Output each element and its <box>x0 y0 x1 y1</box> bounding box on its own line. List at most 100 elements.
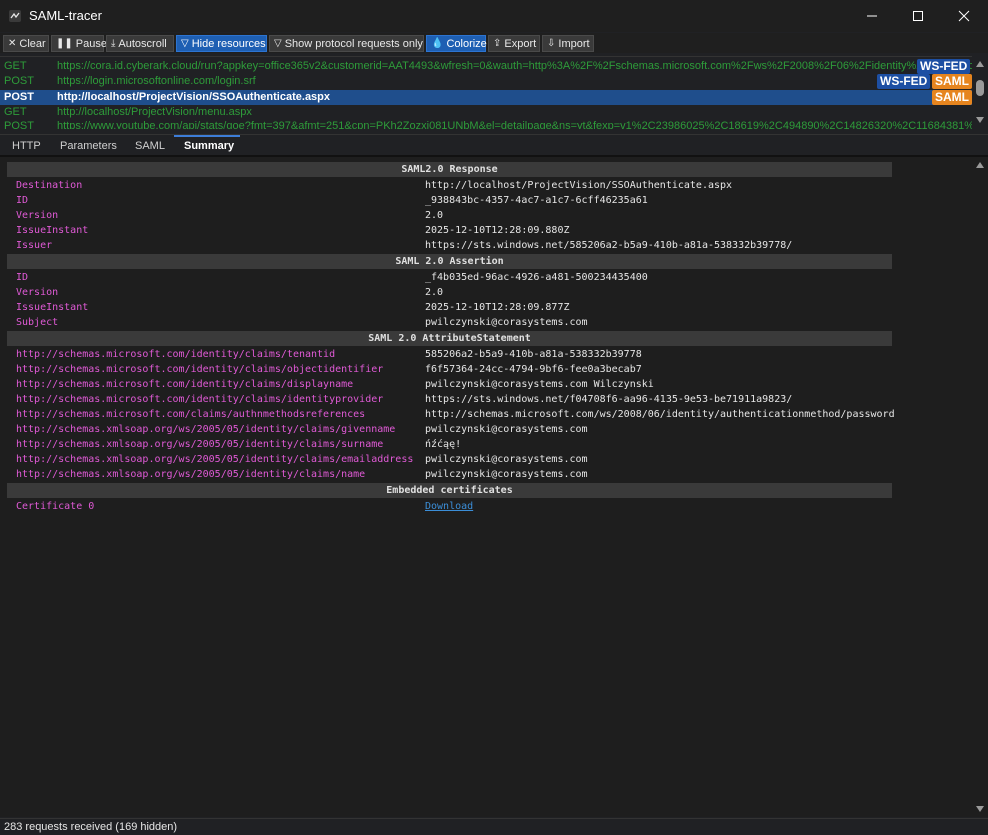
field-value: https://sts.windows.net/f04708f6-aa96-41… <box>425 394 793 405</box>
import-button[interactable]: ⇩ Import <box>542 35 594 52</box>
tab-saml[interactable]: SAML <box>135 140 165 152</box>
summary-scrollbar[interactable] <box>972 157 988 817</box>
field-name: Destination <box>16 180 83 191</box>
field-value: http://schemas.microsoft.com/ws/2008/06/… <box>425 409 895 420</box>
app-icon <box>9 10 21 22</box>
request-method: GET <box>4 106 27 118</box>
summary-row: http://schemas.xmlsoap.org/ws/2005/05/id… <box>16 422 896 437</box>
field-name: Version <box>16 210 59 221</box>
colorize-icon: 💧 <box>431 38 444 49</box>
field-value: 2025-12-10T12:28:09.877Z <box>425 302 570 313</box>
detail-tabs: HTTP Parameters SAML Summary <box>0 134 988 157</box>
field-name: http://schemas.microsoft.com/claims/auth… <box>16 409 366 420</box>
field-name: http://schemas.xmlsoap.org/ws/2005/05/id… <box>16 439 384 450</box>
section-header-certificates: Embedded certificates <box>7 483 892 498</box>
maximize-button[interactable] <box>895 0 941 32</box>
title-bar: SAML-tracer <box>0 0 988 32</box>
field-value: _f4b035ed-96ac-4926-a481-500234435400 <box>425 272 648 283</box>
summary-row: http://schemas.microsoft.com/identity/cl… <box>16 392 896 407</box>
request-method: POST <box>4 75 34 87</box>
field-value: pwilczynski@corasystems.com <box>425 317 588 328</box>
request-row[interactable]: POST https://login.microsoftonline.com/l… <box>0 74 972 89</box>
export-icon: ⇪ <box>493 38 502 49</box>
field-value: http://localhost/ProjectVision/SSOAuthen… <box>425 180 733 191</box>
colorize-toggle[interactable]: 💧 Colorize <box>426 35 487 52</box>
status-bar: 283 requests received (169 hidden) <box>0 818 988 835</box>
tab-parameters[interactable]: Parameters <box>60 140 117 152</box>
field-name: http://schemas.microsoft.com/identity/cl… <box>16 364 384 375</box>
field-name: Certificate 0 <box>16 501 95 512</box>
request-url: http://localhost/ProjectVision/SSOAuthen… <box>57 91 331 103</box>
status-text: 283 requests received (169 hidden) <box>4 821 178 833</box>
request-list-scrollbar[interactable] <box>972 56 988 128</box>
export-button[interactable]: ⇪ Export <box>488 35 540 52</box>
request-row[interactable]: POST https://www.youtube.com/api/stats/q… <box>0 119 972 129</box>
clear-label: Clear <box>19 37 46 50</box>
request-method: POST <box>4 91 34 103</box>
summary-row: ID _938843bc-4357-4ac7-a1c7-6cff46235a61 <box>16 193 896 208</box>
minimize-button[interactable] <box>849 0 895 32</box>
clear-button[interactable]: ✕ Clear <box>3 35 49 52</box>
filter-icon: ▽ <box>274 38 282 49</box>
field-value: pwilczynski@corasystems.com <box>425 454 588 465</box>
field-name: Issuer <box>16 240 53 251</box>
field-name: http://schemas.xmlsoap.org/ws/2005/05/id… <box>16 424 396 435</box>
autoscroll-button[interactable]: ⤓ Autoscroll <box>106 35 174 52</box>
field-name: http://schemas.xmlsoap.org/ws/2005/05/id… <box>16 454 414 465</box>
tab-http[interactable]: HTTP <box>12 140 41 152</box>
minimize-icon <box>867 15 877 17</box>
field-value: 585206a2-b5a9-410b-a81a-538332b39778 <box>425 349 642 360</box>
request-row[interactable]: GET http://localhost/ProjectVision/menu.… <box>0 105 972 120</box>
saml-badge: SAML <box>932 90 972 105</box>
scroll-down-icon[interactable] <box>976 117 984 123</box>
show-protocol-label: Show protocol requests only <box>284 37 423 50</box>
maximize-icon <box>913 11 923 21</box>
summary-row: http://schemas.microsoft.com/identity/cl… <box>16 362 896 377</box>
field-value: 2025-12-10T12:28:09.880Z <box>425 225 570 236</box>
field-name: http://schemas.xmlsoap.org/ws/2005/05/id… <box>16 469 366 480</box>
export-label: Export <box>504 37 537 50</box>
hide-resources-toggle[interactable]: ▽ Hide resources <box>176 35 267 52</box>
field-name: ID <box>16 195 29 206</box>
field-value: pwilczynski@corasystems.com <box>425 424 588 435</box>
summary-row: Certificate 0 Download <box>16 499 896 514</box>
autoscroll-icon: ⤓ <box>111 38 116 49</box>
autoscroll-label: Autoscroll <box>118 37 167 50</box>
field-name: http://schemas.microsoft.com/identity/cl… <box>16 394 384 405</box>
download-link[interactable]: Download <box>425 499 473 514</box>
scroll-thumb[interactable] <box>976 80 984 96</box>
summary-row: Version 2.0 <box>16 208 896 223</box>
request-list: GET https://cora.id.cyberark.cloud/run?a… <box>0 56 988 129</box>
import-icon: ⇩ <box>547 38 556 49</box>
colorize-label: Colorize <box>446 37 487 50</box>
close-button[interactable] <box>941 0 987 32</box>
summary-row: Issuer https://sts.windows.net/585206a2-b… <box>16 238 896 253</box>
scroll-up-icon[interactable] <box>976 162 984 168</box>
summary-row: Destination http://localhost/ProjectVisio… <box>16 178 896 193</box>
section-header-response: SAML2.0 Response <box>7 162 892 177</box>
section-header-attributes: SAML 2.0 AttributeStatement <box>7 331 892 346</box>
ws-fed-badge: WS-FED <box>877 74 931 89</box>
pause-button[interactable]: ❚❚ Pause <box>51 35 107 52</box>
request-row[interactable]: GET https://cora.id.cyberark.cloud/run?a… <box>0 59 972 74</box>
field-value: pwilczynski@corasystems.com <box>425 469 588 480</box>
field-name: http://schemas.microsoft.com/identity/cl… <box>16 379 354 390</box>
pause-icon: ❚❚ <box>56 38 73 49</box>
field-name: IssueInstant <box>16 225 89 236</box>
summary-row: ID _f4b035ed-96ac-4926-a481-500234435400 <box>16 270 896 285</box>
request-row-selected[interactable]: POST http://localhost/ProjectVision/SSOA… <box>0 90 972 105</box>
field-value: ńźćąę! <box>425 439 462 450</box>
summary-row: Version 2.0 <box>16 285 896 300</box>
scroll-down-icon[interactable] <box>976 806 984 812</box>
summary-row: IssueInstant 2025-12-10T12:28:09.877Z <box>16 300 896 315</box>
field-name: ID <box>16 272 29 283</box>
tab-summary[interactable]: Summary <box>184 140 234 152</box>
summary-row: http://schemas.microsoft.com/identity/cl… <box>16 377 896 392</box>
request-url: https://www.youtube.com/api/stats/qoe?fm… <box>57 120 972 129</box>
summary-row: Subject pwilczynski@corasystems.com <box>16 315 896 330</box>
show-protocol-toggle[interactable]: ▽ Show protocol requests only <box>269 35 424 52</box>
scroll-up-icon[interactable] <box>976 61 984 67</box>
section-header-assertion: SAML 2.0 Assertion <box>7 254 892 269</box>
import-label: Import <box>558 37 590 50</box>
field-name: http://schemas.microsoft.com/identity/cl… <box>16 349 336 360</box>
